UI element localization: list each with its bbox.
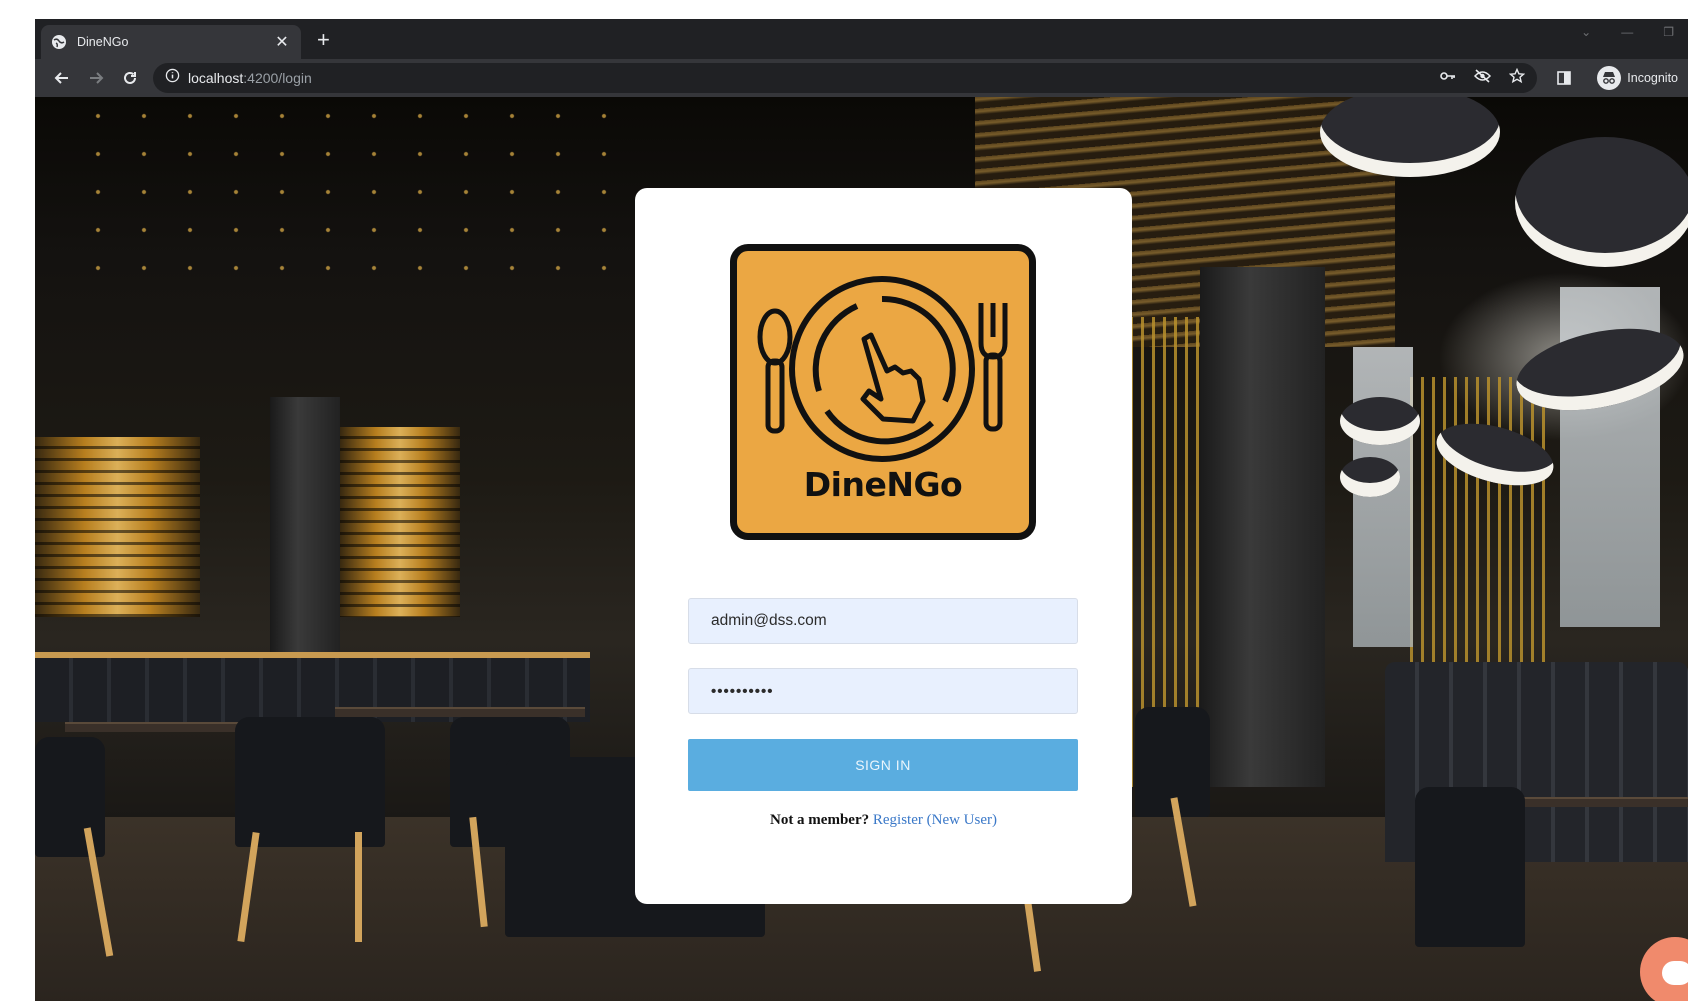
sign-in-button[interactable]: SIGN IN (688, 739, 1078, 791)
omnibox-icons (1440, 67, 1526, 89)
incognito-icon (1597, 66, 1622, 90)
reload-icon[interactable] (113, 63, 147, 93)
url-host: localhost (188, 70, 244, 86)
tab-search-icon[interactable]: ⌄ (1581, 25, 1591, 39)
dinengo-logo: DineNGo (730, 244, 1036, 540)
browser-window: DineNGo ✕ + ⌄ — ❐ localhost:4200/login I… (35, 19, 1688, 1001)
url-path: :4200/login (243, 70, 312, 86)
minimize-icon[interactable]: — (1621, 25, 1633, 39)
register-prompt: Not a member? Register (New User) (635, 812, 1132, 829)
info-icon[interactable] (165, 68, 180, 88)
login-card: DineNGo admin@dss.com •••••••••• SIGN IN… (635, 188, 1132, 904)
restore-icon[interactable]: ❐ (1663, 25, 1674, 39)
password-value: •••••••••• (711, 682, 774, 700)
email-value: admin@dss.com (711, 612, 827, 629)
browser-toolbar: localhost:4200/login Incognito (35, 59, 1688, 97)
tab-close-icon[interactable]: ✕ (273, 32, 291, 52)
tab-dinengo[interactable]: DineNGo ✕ (41, 25, 301, 59)
not-member-text: Not a member? (769, 812, 870, 828)
back-icon[interactable] (45, 63, 79, 93)
forward-icon[interactable] (79, 63, 113, 93)
eye-off-icon[interactable] (1474, 68, 1492, 88)
password-field[interactable]: •••••••••• (688, 668, 1078, 714)
window-controls: ⌄ — ❐ (1581, 25, 1674, 39)
bookmark-star-icon[interactable] (1509, 67, 1526, 89)
new-tab-button[interactable]: + (317, 27, 330, 53)
url-text: localhost:4200/login (188, 70, 312, 86)
page-viewport: DineNGo admin@dss.com •••••••••• SIGN IN… (35, 97, 1688, 1001)
globe-icon (51, 34, 67, 50)
key-icon[interactable] (1440, 69, 1456, 87)
register-link[interactable]: Register (New User) (873, 812, 997, 828)
side-panel-icon[interactable] (1547, 63, 1581, 93)
incognito-profile[interactable]: Incognito (1597, 66, 1678, 90)
address-bar[interactable]: localhost:4200/login (153, 63, 1538, 93)
profile-label: Incognito (1627, 71, 1678, 85)
logo-brand-text: DineNGo (803, 465, 963, 504)
email-field[interactable]: admin@dss.com (688, 598, 1078, 644)
tab-title: DineNGo (77, 35, 129, 49)
tab-strip: DineNGo ✕ + ⌄ — ❐ (35, 19, 1688, 59)
